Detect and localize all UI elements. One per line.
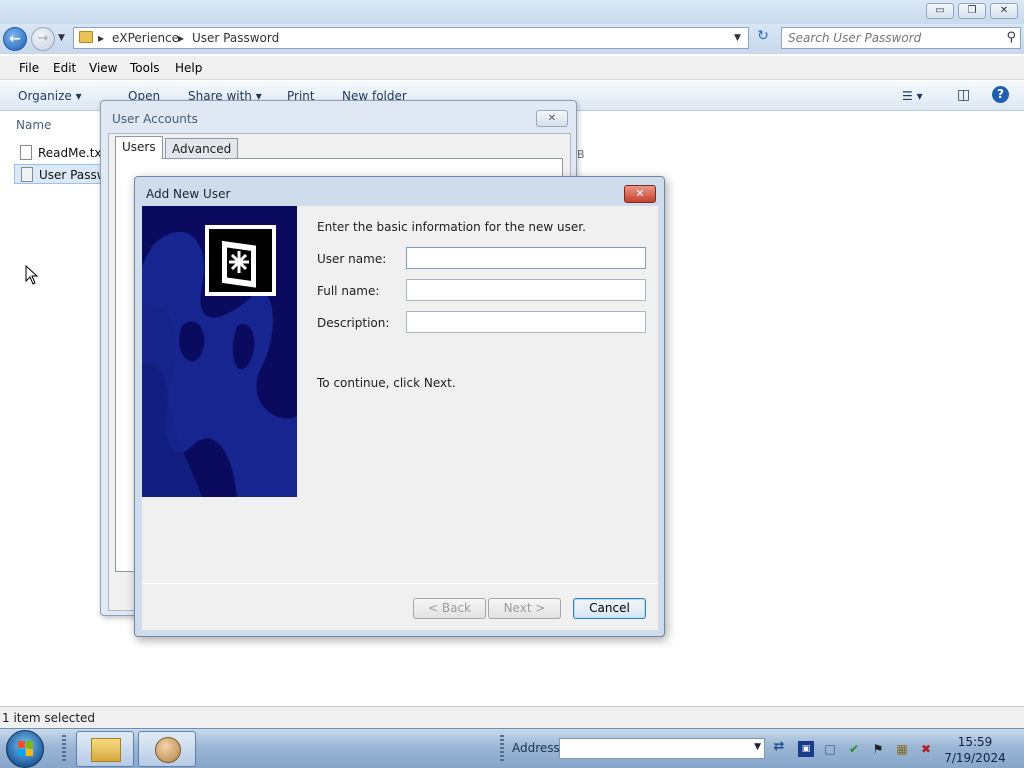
organize-label: Organize xyxy=(18,89,72,103)
view-options-icon[interactable]: ☰ ▾ xyxy=(902,89,923,103)
security-shield-icon[interactable]: ✔ xyxy=(846,741,862,757)
volume-muted-icon[interactable]: ✖ xyxy=(918,741,934,757)
organize-button[interactable]: Organize ▾ xyxy=(18,89,82,103)
menu-view[interactable]: View xyxy=(89,61,117,75)
refresh-icon[interactable]: ↻ xyxy=(751,28,775,48)
clock-date: 7/19/2024 xyxy=(944,751,1006,765)
folder-icon xyxy=(79,31,93,43)
status-bar: 1 item selected xyxy=(0,706,1024,728)
user-name-field[interactable] xyxy=(406,247,646,269)
search-icon[interactable]: ⚲ xyxy=(1006,30,1016,45)
taskbar-explorer-button[interactable] xyxy=(76,731,134,767)
windows-logo-icon xyxy=(18,741,34,757)
close-button[interactable]: ✕ xyxy=(624,185,656,203)
chevron-down-icon[interactable]: ▼ xyxy=(754,742,761,752)
taskbar-grip[interactable] xyxy=(62,735,66,763)
panel-edge-label: B xyxy=(577,148,585,161)
document-icon[interactable]: □ xyxy=(822,741,838,757)
user-name-label: User name: xyxy=(317,252,387,266)
text-file-icon xyxy=(20,145,32,160)
file-item-user-password[interactable]: User Password xyxy=(14,164,110,184)
windows-start-icon[interactable] xyxy=(6,730,44,768)
file-name: ReadMe.txt xyxy=(38,146,107,160)
go-arrow-icon[interactable]: ⇄ xyxy=(768,739,790,759)
folder-icon xyxy=(91,738,121,762)
status-text: 1 item selected xyxy=(2,711,96,725)
help-icon[interactable]: ? xyxy=(992,86,1009,103)
address-toolbar-field[interactable]: ▼ xyxy=(559,738,765,759)
recent-pages-dropdown-icon[interactable]: ▼ xyxy=(58,33,65,43)
address-toolbar-label: Address xyxy=(512,741,560,755)
toolbar-grip[interactable] xyxy=(500,735,504,763)
minimize-button[interactable]: ▭ xyxy=(926,3,954,19)
language-icon[interactable]: ▣ xyxy=(798,741,814,757)
full-name-field[interactable] xyxy=(406,279,646,301)
add-new-user-dialog: Add New User ✕ Enter the basic informati… xyxy=(134,176,665,637)
wizard-banner-image xyxy=(142,206,297,497)
wizard-intro-text: Enter the basic information for the new … xyxy=(317,220,586,234)
tab-advanced[interactable]: Advanced xyxy=(165,138,239,159)
menu-edit[interactable]: Edit xyxy=(53,61,76,75)
preview-pane-icon[interactable]: ◫ xyxy=(957,87,970,103)
dialog-body: Enter the basic information for the new … xyxy=(142,206,658,630)
menu-help[interactable]: Help xyxy=(175,61,202,75)
application-icon xyxy=(21,167,33,182)
breadcrumb-separator-icon[interactable]: ▸ xyxy=(98,31,104,45)
menu-bar: File Edit View Tools Help xyxy=(0,56,1024,80)
continue-instruction: To continue, click Next. xyxy=(317,376,456,390)
breadcrumb-item[interactable]: eXPerience xyxy=(112,31,179,45)
key-icon xyxy=(205,225,276,296)
explorer-titlebar: ▭ ❐ ✕ xyxy=(0,0,1024,24)
search-input[interactable] xyxy=(788,29,998,47)
search-box[interactable]: ⚲ xyxy=(781,27,1021,49)
breadcrumb-item[interactable]: User Password xyxy=(192,31,279,45)
navigation-bar: ← → ▼ ▸ eXPerience ▸ User Password ▼ ↻ ⚲ xyxy=(0,24,1024,54)
clock[interactable]: 15:59 7/19/2024 xyxy=(940,734,1010,766)
file-name: User Password xyxy=(39,168,109,182)
address-toolbar-input[interactable] xyxy=(563,740,743,757)
forward-arrow-icon[interactable]: → xyxy=(31,27,55,51)
network-icon[interactable]: ▦ xyxy=(894,741,910,757)
menu-file[interactable]: File xyxy=(19,61,39,75)
dialog-title: Add New User xyxy=(146,187,231,201)
description-field[interactable] xyxy=(406,311,646,333)
close-button[interactable]: ✕ xyxy=(536,110,568,127)
address-dropdown-icon[interactable]: ▼ xyxy=(734,33,741,43)
full-name-label: Full name: xyxy=(317,284,380,298)
tab-users[interactable]: Users xyxy=(115,136,163,159)
dialog-title: User Accounts xyxy=(112,112,198,126)
description-label: Description: xyxy=(317,316,390,330)
back-button[interactable]: < Back xyxy=(413,598,486,619)
menu-tools[interactable]: Tools xyxy=(130,61,160,75)
name-column-header[interactable]: Name xyxy=(16,118,51,132)
back-arrow-icon[interactable]: ← xyxy=(3,27,27,51)
breadcrumb-separator-icon[interactable]: ▸ xyxy=(178,31,184,45)
cancel-button[interactable]: Cancel xyxy=(573,598,646,619)
clock-time: 15:59 xyxy=(957,735,993,749)
maximize-button[interactable]: ❐ xyxy=(958,3,986,19)
next-button[interactable]: Next > xyxy=(488,598,561,619)
button-separator xyxy=(142,583,658,584)
action-center-flag-icon[interactable]: ⚑ xyxy=(870,741,886,757)
taskbar-user-accounts-button[interactable] xyxy=(138,731,196,767)
address-bar[interactable]: ▸ eXPerience ▸ User Password ▼ xyxy=(73,27,749,49)
file-item-readme[interactable]: ReadMe.txt xyxy=(14,143,110,163)
users-icon xyxy=(155,737,181,763)
close-button[interactable]: ✕ xyxy=(990,3,1018,19)
taskbar: Address ▼ ⇄ ▣ □ ✔ ⚑ ▦ ✖ 15:59 7/19/2024 xyxy=(0,728,1024,768)
